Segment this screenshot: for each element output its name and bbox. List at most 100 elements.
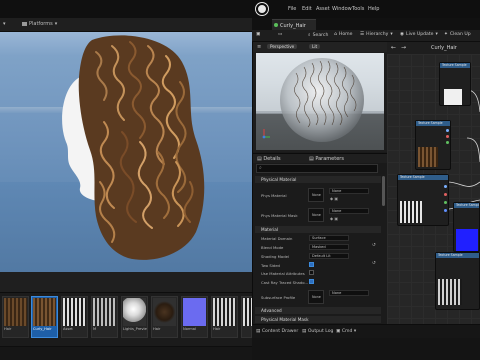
home-button[interactable]: ⌂ Home — [334, 32, 353, 37]
asset-tile[interactable]: Hair — [2, 296, 29, 338]
cast-ray-traced-shadows-checkbox[interactable] — [309, 279, 314, 284]
prop-label: Subsurface Profile — [261, 295, 296, 300]
main-toolbar: ▾ Platforms ▾ — [0, 18, 252, 32]
texture-sample-node[interactable]: Texture Sample — [415, 120, 451, 170]
output-pin[interactable] — [446, 135, 449, 138]
asset-tile[interactable]: Normal — [181, 296, 208, 338]
node-thumbnail — [400, 201, 422, 223]
menu-help[interactable]: Help — [368, 6, 379, 12]
browse-asset-icon[interactable]: ◆ ▣ — [330, 216, 338, 221]
prop-label: Material Domain — [261, 236, 293, 241]
details-search-input[interactable]: ⌕ — [256, 164, 378, 173]
material-preview-viewport[interactable] — [256, 53, 384, 150]
content-drawer-button[interactable]: ▤ Content Drawer — [256, 329, 298, 334]
section-advanced[interactable]: Advanced — [255, 307, 381, 314]
lit-button[interactable]: Lit — [309, 44, 321, 49]
output-log-button[interactable]: ▤ Output Log — [302, 329, 333, 334]
asset-label: Asset — [63, 327, 73, 331]
use-material-attributes-checkbox[interactable] — [309, 270, 314, 275]
reset-icon[interactable]: ↺ — [372, 243, 376, 248]
asset-tile[interactable]: M — [91, 296, 118, 338]
menu-tools[interactable]: Tools — [352, 6, 364, 12]
asset-tile-selected[interactable]: Curly_Hair — [31, 296, 58, 338]
menu-edit[interactable]: Edit — [302, 6, 312, 12]
prop-label: Use Material Attributes — [261, 271, 305, 276]
output-pin[interactable] — [446, 141, 449, 144]
main-status-bar — [0, 346, 252, 360]
chevron-down-icon: ▾ — [54, 21, 58, 27]
back-arrow-icon[interactable]: ← — [391, 44, 396, 51]
perspective-button[interactable]: Perspective — [267, 44, 298, 49]
menu-file[interactable]: File — [288, 6, 296, 12]
axis-gizmo-x — [262, 135, 266, 139]
section-physical-material-mask[interactable]: Physical Material Mask — [255, 316, 381, 323]
two-sided-checkbox[interactable] — [309, 262, 314, 267]
section-physical-material[interactable]: Physical Material — [255, 176, 381, 183]
material-icon — [274, 23, 278, 27]
asset-label: Curly_Hair — [33, 327, 52, 331]
chevron-down-icon: ▾ — [435, 32, 438, 37]
blend-mode-dropdown[interactable]: Masked — [309, 244, 349, 250]
material-domain-dropdown[interactable]: Surface — [309, 235, 349, 241]
hair-head-thumbnail — [153, 298, 176, 326]
asset-tile[interactable]: Asset — [61, 296, 88, 338]
home-label: Home — [338, 32, 353, 37]
asset-tile[interactable]: Lights_Preview — [121, 296, 148, 338]
asset-tile-partial[interactable] — [241, 296, 252, 338]
toolbar-dropdown-left[interactable]: ▾ — [3, 21, 6, 27]
platforms-button[interactable]: Platforms ▾ — [22, 21, 57, 27]
details-icon: ▤ — [257, 156, 262, 162]
section-material[interactable]: Material — [255, 226, 381, 233]
tab-details[interactable]: ▤ Details — [257, 156, 281, 162]
lit-label: Lit — [312, 44, 318, 49]
content-drawer-label: Content Drawer — [261, 329, 299, 334]
save-button[interactable]: ▣ — [256, 32, 260, 37]
clean-up-button[interactable]: ✦ Clean Up — [444, 32, 471, 37]
browse-asset-icon[interactable]: ◆ ▣ — [330, 196, 338, 201]
asset-tile[interactable]: Hair — [151, 296, 178, 338]
cmd-label: Cmd — [341, 329, 353, 334]
viewport-options-icon[interactable]: ≡ — [257, 44, 261, 50]
live-update-label: Live Update — [406, 32, 434, 37]
browse-button[interactable]: ▭ — [278, 32, 282, 37]
output-pin[interactable] — [444, 193, 447, 196]
hair-model — [62, 35, 205, 260]
node-thumbnail — [444, 89, 462, 105]
subsurface-profile-dropdown[interactable]: None — [329, 290, 369, 296]
hierarchy-button[interactable]: ☰ Hierarchy ▾ — [360, 32, 393, 37]
texture-sample-node[interactable]: Texture Sample — [397, 174, 449, 226]
asset-label: Hair — [213, 327, 221, 331]
details-scrollbar[interactable] — [382, 176, 385, 206]
asset-tile[interactable]: Hair — [211, 296, 238, 338]
level-viewport[interactable] — [0, 32, 252, 272]
tab-parameters-label: Parameters — [315, 156, 344, 162]
cmd-button[interactable]: ▣ Cmd ▾ — [336, 329, 356, 334]
texture-sample-node[interactable]: Texture Sample — [435, 252, 480, 310]
phys-material-dropdown[interactable]: None — [329, 188, 369, 194]
normal-map-thumbnail — [183, 298, 206, 326]
texture-sample-node[interactable]: Texture Sample — [439, 62, 471, 106]
hierarchy-label: Hierarchy — [366, 32, 389, 37]
output-pin[interactable] — [444, 201, 447, 204]
node-title: Texture Sample — [454, 203, 479, 208]
tab-parameters[interactable]: ▤ Parameters — [309, 156, 344, 162]
output-pin[interactable] — [446, 129, 449, 132]
tab-curly-hair[interactable]: Curly_Hair — [272, 19, 316, 30]
texture-sample-node[interactable]: Texture Sample — [453, 202, 480, 252]
shading-model-dropdown[interactable]: Default Lit — [309, 253, 349, 259]
perspective-label: Perspective — [270, 44, 295, 49]
forward-arrow-icon[interactable]: → — [401, 44, 406, 51]
output-pin[interactable] — [444, 209, 447, 212]
live-update-button[interactable]: ◉ Live Update ▾ — [400, 32, 438, 37]
asset-thumb: None — [308, 188, 324, 202]
menu-window[interactable]: Window — [332, 6, 352, 12]
menu-asset[interactable]: Asset — [316, 6, 330, 12]
output-pin[interactable] — [444, 185, 447, 188]
hair-texture-thumbnail — [33, 298, 56, 326]
sphere-thumbnail — [123, 298, 146, 326]
phys-material-mask-dropdown[interactable]: None — [329, 208, 369, 214]
reset-icon[interactable]: ↺ — [372, 261, 376, 266]
asset-label: Normal — [183, 327, 197, 331]
material-graph[interactable]: Texture Sample Texture Sample Texture Sa… — [387, 42, 480, 324]
search-button[interactable]: ⌕ Search — [308, 32, 328, 39]
